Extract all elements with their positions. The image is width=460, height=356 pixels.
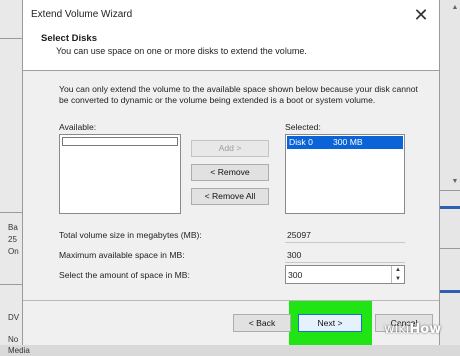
watermark-suffix: How <box>409 322 442 337</box>
extend-volume-wizard: Extend Volume Wizard ✕ Select Disks You … <box>22 0 440 345</box>
divider <box>0 212 22 213</box>
total-size-label: Total volume size in megabytes (MB): <box>59 230 202 240</box>
watermark-prefix: wiki <box>384 322 410 337</box>
list-item[interactable] <box>62 137 178 146</box>
wikihow-watermark: wikiHow <box>384 322 441 337</box>
selected-label: Selected: <box>285 122 321 132</box>
space-amount-stepper[interactable]: 300 ▲ ▼ <box>285 265 405 284</box>
disk-status-fragment: On <box>8 247 19 256</box>
stepper-buttons: ▲ ▼ <box>391 266 404 283</box>
max-space-label: Maximum available space in MB: <box>59 250 185 260</box>
back-button[interactable]: < Back <box>233 314 291 332</box>
title-bar[interactable]: Extend Volume Wizard ✕ <box>23 0 439 30</box>
disk-size: 300 MB <box>333 137 363 147</box>
scroll-up-icon[interactable]: ▲ <box>451 4 459 12</box>
total-size-value: 25097 <box>287 230 311 240</box>
divider <box>0 38 22 39</box>
available-disks-list[interactable] <box>59 134 181 214</box>
increment-icon[interactable]: ▲ <box>392 266 404 275</box>
disk-name: Disk 0 <box>289 137 313 147</box>
space-amount-value[interactable]: 300 <box>288 270 302 280</box>
background-disk-list: Ba 25 On DV No Media <box>0 0 30 355</box>
selected-disks-list[interactable]: Disk 0 300 MB <box>285 134 405 214</box>
next-button[interactable]: Next > <box>298 314 362 332</box>
select-space-label: Select the amount of space in MB: <box>59 270 190 280</box>
page-subtitle: You can use space on one or more disks t… <box>56 46 307 56</box>
list-item-disk-0[interactable]: Disk 0 300 MB <box>287 136 403 149</box>
add-button[interactable]: Add > <box>191 140 269 157</box>
close-icon[interactable]: ✕ <box>409 4 433 26</box>
remove-all-button[interactable]: < Remove All <box>191 188 269 205</box>
partition-bar <box>440 206 460 209</box>
max-space-value: 300 <box>287 250 302 260</box>
available-label: Available: <box>59 122 97 132</box>
window-title: Extend Volume Wizard <box>31 9 133 20</box>
remove-button[interactable]: < Remove <box>191 164 269 181</box>
divider <box>440 248 460 249</box>
info-message: You can only extend the volume to the av… <box>59 84 418 105</box>
divider <box>285 262 405 263</box>
divider <box>0 284 22 285</box>
disk-size-fragment: 25 <box>8 235 17 244</box>
disk-name-fragment: Ba <box>8 223 18 232</box>
wizard-header: Select Disks You can use space on one or… <box>23 30 439 71</box>
footer-divider <box>23 300 439 301</box>
page-title: Select Disks <box>41 33 97 44</box>
divider <box>285 242 405 243</box>
scroll-down-icon[interactable]: ▼ <box>451 178 459 186</box>
background-volume-list: ▲ ▼ <box>440 0 460 345</box>
partition-bar <box>440 290 460 293</box>
dvd-fragment: DV <box>8 313 20 322</box>
decrement-icon[interactable]: ▼ <box>392 275 404 284</box>
divider <box>440 190 460 191</box>
